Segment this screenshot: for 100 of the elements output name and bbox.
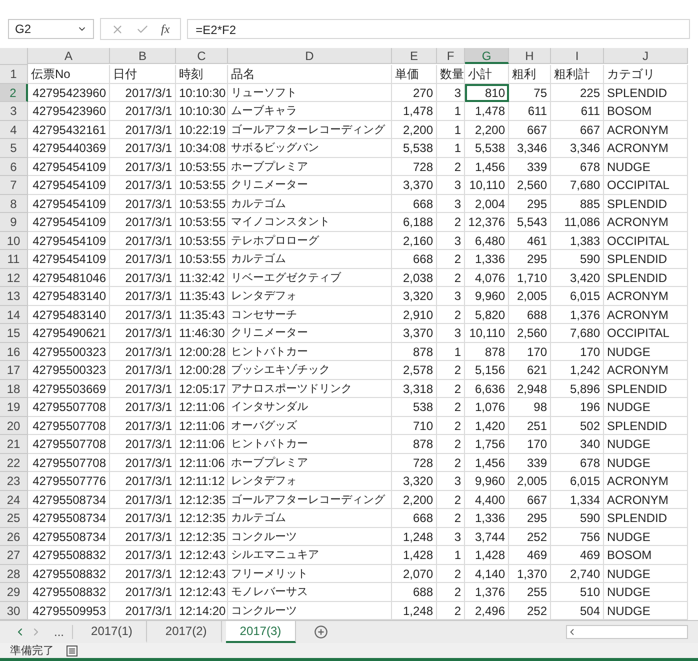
row-header[interactable]: 3	[0, 102, 28, 120]
table-cell: 1,428	[465, 546, 509, 564]
macro-icon[interactable]	[66, 644, 78, 656]
row-header[interactable]: 9	[0, 213, 28, 232]
table-cell: 12:11:12	[176, 472, 228, 490]
table-cell: 668	[392, 250, 437, 268]
more-sheets[interactable]: ...	[46, 625, 74, 639]
cancel-icon[interactable]	[111, 22, 124, 36]
table-cell: 42795454109	[28, 213, 110, 232]
table-cell: 12:12:35	[176, 528, 228, 546]
table-cell: 3,320	[392, 287, 437, 306]
table-cell: レンタデフォ	[228, 472, 392, 490]
row-header[interactable]: 11	[0, 250, 28, 268]
table-cell: 2	[437, 509, 465, 528]
row-header[interactable]: 28	[0, 564, 28, 583]
table-cell: 1	[437, 342, 465, 361]
table-cell: 590	[551, 250, 604, 268]
insert-function-button[interactable]: fx	[161, 22, 170, 36]
table-cell: 2017/3/1	[110, 435, 176, 454]
row-header[interactable]: 17	[0, 361, 28, 380]
row-header[interactable]: 20	[0, 416, 28, 435]
row-header[interactable]: 4	[0, 120, 28, 139]
row-header[interactable]: 8	[0, 194, 28, 213]
table-cell: SPLENDID	[604, 84, 688, 102]
row-header[interactable]: 5	[0, 139, 28, 158]
column-header[interactable]: G	[465, 48, 509, 64]
table-cell: 2017/3/1	[110, 324, 176, 342]
table-cell: 12:11:06	[176, 435, 228, 454]
table-cell: オーバグッズ	[228, 416, 392, 435]
table-cell: 1,076	[465, 398, 509, 416]
row-header[interactable]: 14	[0, 306, 28, 324]
row-header[interactable]: 24	[0, 490, 28, 509]
column-header[interactable]: F	[437, 48, 465, 64]
row-header[interactable]: 1	[0, 65, 28, 84]
row-header[interactable]: 30	[0, 602, 28, 620]
table-cell: 42795454109	[28, 232, 110, 250]
name-box[interactable]: G2	[8, 19, 94, 39]
table-cell: 42795483140	[28, 287, 110, 306]
row-header[interactable]: 7	[0, 176, 28, 194]
column-header[interactable]: I	[551, 48, 604, 64]
row-header[interactable]: 25	[0, 509, 28, 528]
column-title: 伝票No	[28, 65, 110, 84]
row-header[interactable]: 6	[0, 158, 28, 176]
formula-field[interactable]: =E2*F2	[186, 19, 690, 39]
table-cell: 2,005	[509, 287, 551, 306]
column-title: 粗利計	[551, 65, 604, 84]
table-cell: 2017/3/1	[110, 564, 176, 583]
row-header[interactable]: 12	[0, 268, 28, 287]
row-header[interactable]: 16	[0, 342, 28, 361]
column-header[interactable]: D	[228, 48, 392, 64]
table-cell: カルテゴム	[228, 509, 392, 528]
row-header[interactable]: 23	[0, 472, 28, 490]
column-header[interactable]: H	[509, 48, 551, 64]
table-cell: 2017/3/1	[110, 546, 176, 564]
table-cell: テレホプロローグ	[228, 232, 392, 250]
table-cell: 10,110	[465, 324, 509, 342]
row-header[interactable]: 26	[0, 528, 28, 546]
table-cell: 1	[437, 120, 465, 139]
sheet-tab[interactable]: 2017(3)	[226, 621, 296, 643]
table-cell: 10:22:19	[176, 120, 228, 139]
table-cell: 10:53:55	[176, 250, 228, 268]
table-cell: 1	[437, 546, 465, 564]
table-cell: 878	[392, 435, 437, 454]
row-header[interactable]: 21	[0, 435, 28, 454]
table-cell: 878	[465, 342, 509, 361]
table-cell: 2,160	[392, 232, 437, 250]
row-header[interactable]: 10	[0, 232, 28, 250]
table-cell: ACRONYM	[604, 306, 688, 324]
table-cell: 196	[551, 398, 604, 416]
table-cell: 339	[509, 158, 551, 176]
row-header[interactable]: 2	[0, 84, 28, 102]
table-cell: SPLENDID	[604, 250, 688, 268]
table-cell: 621	[509, 361, 551, 380]
row-header[interactable]: 27	[0, 546, 28, 564]
table-cell: SPLENDID	[604, 509, 688, 528]
table-cell: 12:12:35	[176, 509, 228, 528]
table-cell: 2	[437, 380, 465, 398]
table-cell: 10:53:55	[176, 176, 228, 194]
add-sheet-icon[interactable]	[314, 625, 328, 639]
column-header[interactable]: E	[392, 48, 437, 64]
row-header[interactable]: 15	[0, 324, 28, 342]
table-cell: マイノコンスタント	[228, 213, 392, 232]
column-header[interactable]: A	[28, 48, 110, 64]
table-cell: 2017/3/1	[110, 287, 176, 306]
horizontal-scrollbar[interactable]	[566, 625, 688, 639]
check-icon[interactable]	[136, 22, 149, 36]
row-header[interactable]: 18	[0, 380, 28, 398]
table-cell: 728	[392, 454, 437, 472]
row-header[interactable]: 13	[0, 287, 28, 306]
table-cell: 1,428	[392, 546, 437, 564]
column-title: カテゴリ	[604, 65, 688, 84]
table-cell: 6,188	[392, 213, 437, 232]
table-cell: レンタデフォ	[228, 287, 392, 306]
row-header[interactable]: 19	[0, 398, 28, 416]
column-header[interactable]: B	[110, 48, 176, 64]
table-cell: カルテゴム	[228, 250, 392, 268]
row-header[interactable]: 22	[0, 454, 28, 472]
row-header[interactable]: 29	[0, 583, 28, 602]
column-header[interactable]: J	[604, 48, 688, 64]
column-header[interactable]: C	[176, 48, 228, 64]
